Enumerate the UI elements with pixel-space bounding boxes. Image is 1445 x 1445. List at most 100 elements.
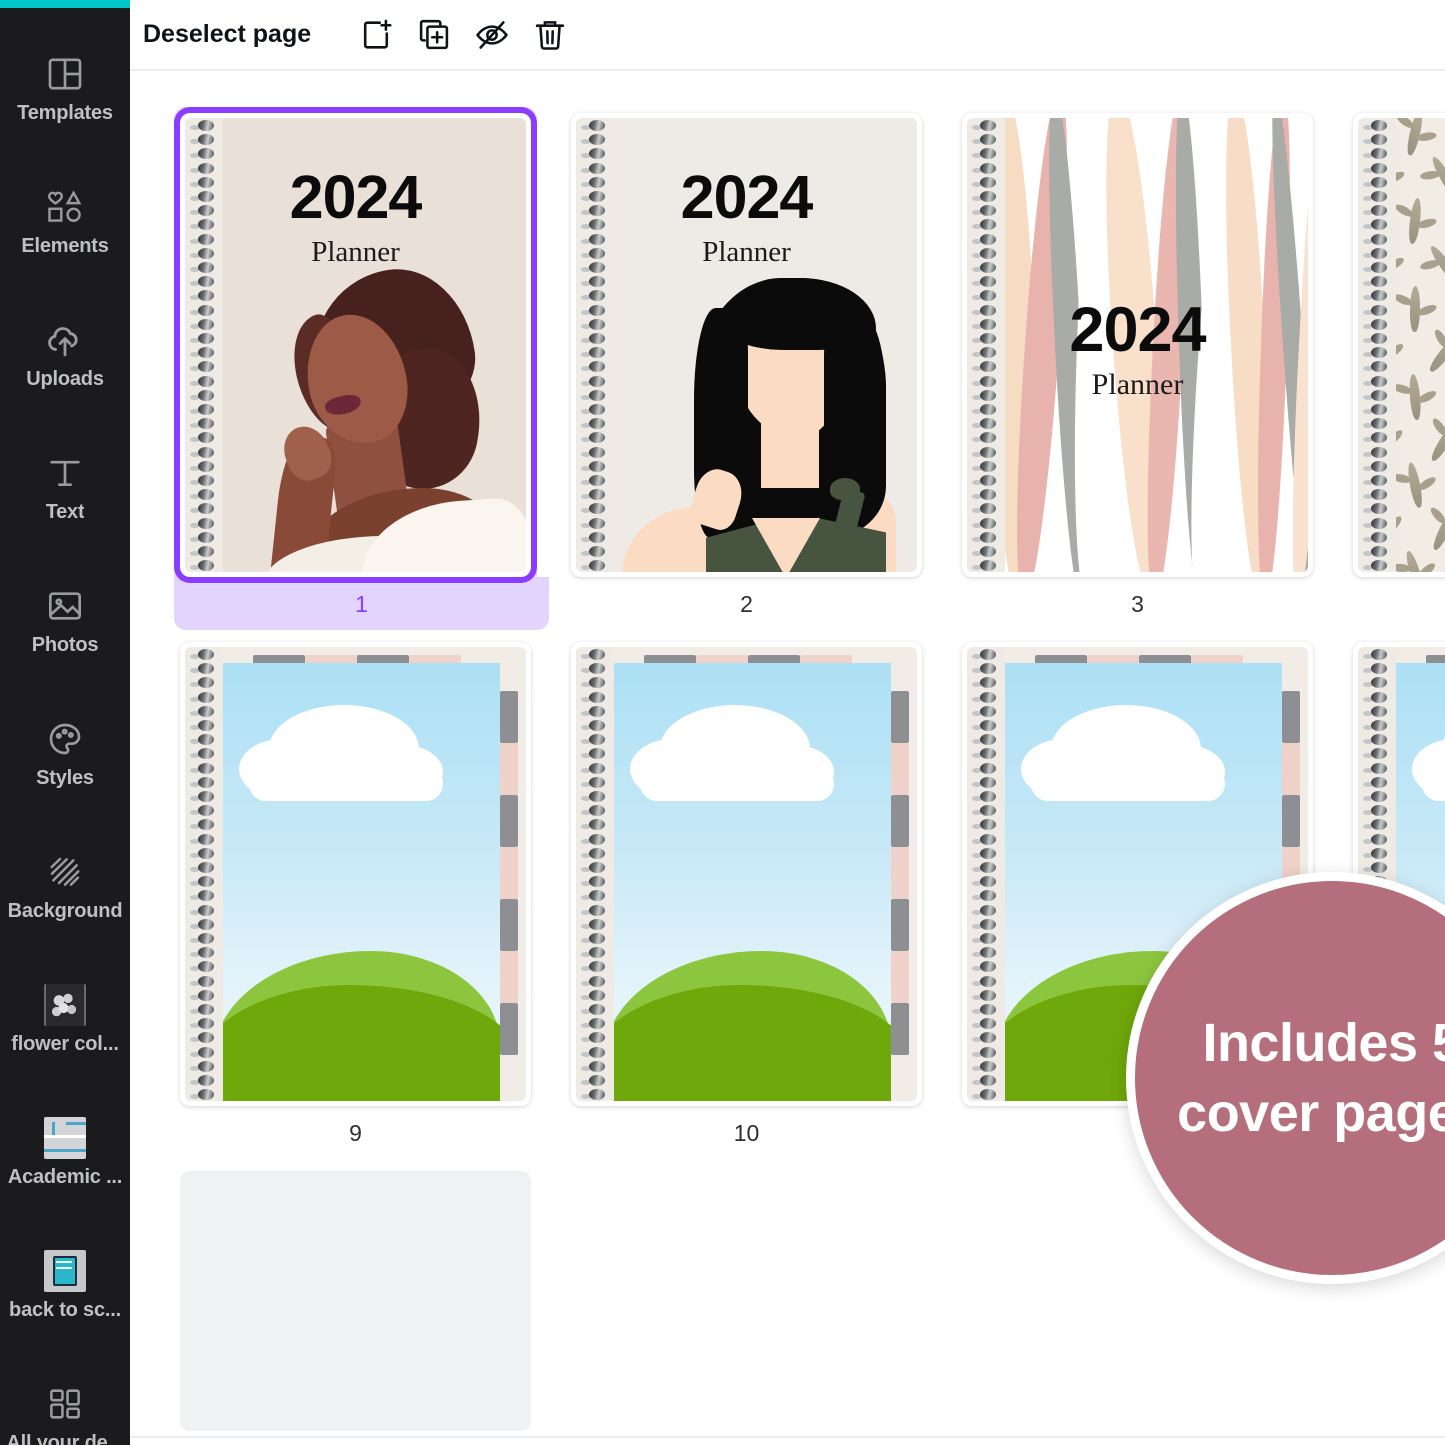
badge-line-1: Includes 5: [1202, 1013, 1445, 1073]
page-thumbnail-10[interactable]: 10: [565, 636, 928, 1165]
page-cell: 10: [565, 636, 956, 1165]
sidebar-item-photos[interactable]: Photos: [0, 554, 130, 687]
page-artwork: [185, 647, 526, 1101]
page-artwork: 2024 Planner: [185, 118, 526, 572]
page-number: 3: [962, 577, 1313, 630]
cover-art-landscape: [576, 647, 917, 1101]
all-your-designs-icon: [43, 1382, 87, 1426]
sidebar-item-all-your-designs[interactable]: All your de...: [0, 1352, 130, 1445]
spiral-binding: [576, 118, 614, 572]
sidebar-label: Styles: [36, 767, 94, 790]
add-page-button[interactable]: [347, 6, 405, 64]
page-artwork: 2024 Planner: [967, 118, 1308, 572]
duplicate-page-icon: [416, 17, 452, 53]
sidebar-item-elements[interactable]: Elements: [0, 155, 130, 288]
page-card[interactable]: 2024 Planner: [180, 113, 531, 577]
add-page-icon: [358, 17, 394, 53]
page-thumbnail-placeholder[interactable]: [174, 1165, 537, 1437]
sidebar-item-templates[interactable]: Templates: [0, 22, 130, 155]
page-thumbnail-4[interactable]: [1347, 107, 1445, 609]
back-to-school-thumbnail: [43, 1249, 87, 1293]
cover-subtitle: Planner: [185, 236, 526, 269]
cover-art-landscape: [185, 647, 526, 1101]
page-artwork: [576, 647, 917, 1101]
sidebar-item-background[interactable]: Background: [0, 820, 130, 953]
spiral-binding: [1358, 118, 1396, 572]
bottom-divider: [130, 1436, 1445, 1438]
page-card[interactable]: 2024 Planner: [962, 113, 1313, 577]
badge-text: Includes 5 cover pages: [1177, 1008, 1445, 1148]
sidebar-label: back to sc...: [9, 1299, 121, 1322]
page-number-band: 1: [174, 577, 549, 630]
sidebar-item-back-to-school[interactable]: back to sc...: [0, 1219, 130, 1352]
page-toolbar: Deselect page: [130, 0, 1445, 71]
cover-subtitle: Planner: [967, 368, 1308, 402]
cover-art-woman-black-hair: 2024 Planner: [576, 118, 917, 572]
sidebar-label: Uploads: [26, 368, 104, 391]
left-sidebar: Templates Elements: [0, 0, 130, 1445]
sidebar-item-flower-collage[interactable]: flower col...: [0, 953, 130, 1086]
spiral-binding: [576, 647, 614, 1101]
page-thumbnail-3[interactable]: 2024 Planner 3: [956, 107, 1319, 636]
badge-line-2: cover pages: [1177, 1083, 1445, 1143]
sidebar-label: Elements: [21, 235, 108, 258]
page-artwork: 2024 Planner: [576, 118, 917, 572]
page-number: 1: [174, 577, 549, 630]
eye-slash-icon: [474, 17, 510, 53]
spiral-binding: [967, 118, 1005, 572]
cover-subtitle: Planner: [576, 236, 917, 269]
sidebar-item-text[interactable]: Text: [0, 421, 130, 554]
sidebar-item-styles[interactable]: Styles: [0, 687, 130, 820]
page-cell: 2024 Planner 3: [956, 107, 1347, 636]
page-cell: 2024 Planner 1: [174, 107, 565, 636]
spiral-binding: [185, 118, 223, 572]
page-cell: [174, 1165, 565, 1437]
page-placeholder: [180, 1171, 531, 1431]
text-icon: [43, 451, 87, 495]
page-number: 9: [180, 1106, 531, 1159]
sidebar-item-academic-planner[interactable]: Academic ...: [0, 1086, 130, 1219]
page-cell: 2024 Planner: [565, 107, 956, 636]
page-number: 2: [571, 577, 922, 630]
deselect-page-button[interactable]: Deselect page: [143, 20, 311, 49]
styles-icon: [43, 717, 87, 761]
trash-icon: [532, 17, 568, 53]
flower-collage-thumbnail: [43, 983, 87, 1027]
sidebar-label: Text: [46, 501, 85, 524]
uploads-icon: [43, 318, 87, 362]
cover-art-wavy-stripes: 2024 Planner: [967, 118, 1308, 572]
sidebar-label: All your de...: [6, 1432, 123, 1445]
page-card[interactable]: [571, 642, 922, 1106]
duplicate-page-button[interactable]: [405, 6, 463, 64]
sidebar-label: Photos: [32, 634, 99, 657]
spiral-binding: [185, 647, 223, 1101]
sidebar-item-uploads[interactable]: Uploads: [0, 288, 130, 421]
pages-panel: Deselect page: [130, 0, 1445, 1445]
page-cell: [1347, 107, 1445, 636]
page-cell: 9: [174, 636, 565, 1165]
elements-icon: [43, 185, 87, 229]
templates-icon: [43, 52, 87, 96]
page-card[interactable]: [1353, 113, 1445, 577]
hide-page-button[interactable]: [463, 6, 521, 64]
delete-page-button[interactable]: [521, 6, 579, 64]
sidebar-label: Templates: [17, 102, 113, 125]
sidebar-label: Background: [8, 900, 123, 923]
page-thumbnail-1[interactable]: 2024 Planner 1: [174, 107, 537, 630]
cover-art-woman-brown-hair: 2024 Planner: [185, 118, 526, 572]
cover-title: 2024: [185, 162, 526, 232]
page-number: [1353, 577, 1445, 603]
sidebar-accent-bar: [0, 0, 130, 8]
photos-icon: [43, 584, 87, 628]
canva-editor-window: Templates Elements: [0, 0, 1445, 1445]
cover-title: 2024: [576, 162, 917, 232]
academic-planner-thumbnail: [43, 1116, 87, 1160]
page-thumbnail-2[interactable]: 2024 Planner: [565, 107, 928, 636]
page-artwork: [1358, 118, 1445, 572]
page-card[interactable]: 2024 Planner: [571, 113, 922, 577]
spiral-binding: [967, 647, 1005, 1101]
sidebar-label: Academic ...: [8, 1166, 122, 1189]
page-grid-row: 2024 Planner 1: [174, 107, 1445, 636]
page-thumbnail-9[interactable]: 9: [174, 636, 537, 1165]
page-card[interactable]: [180, 642, 531, 1106]
